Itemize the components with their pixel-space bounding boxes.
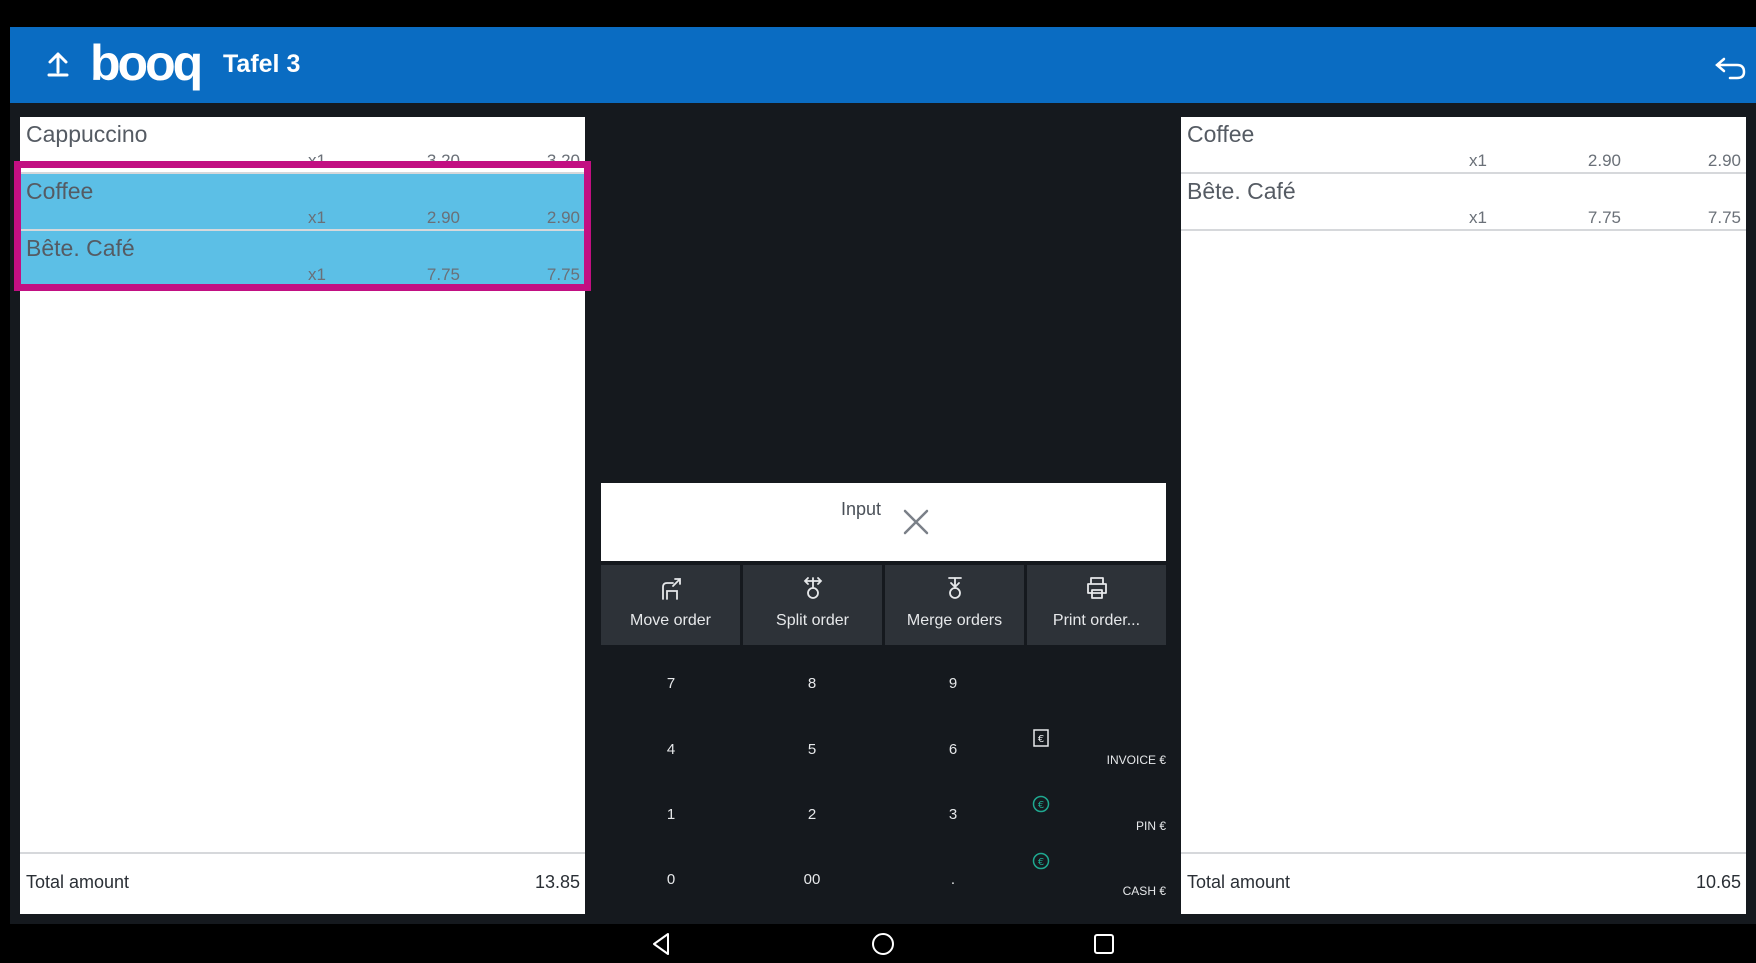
input-field[interactable]: Input	[601, 483, 1166, 561]
item-qty: x1	[1469, 208, 1487, 227]
euro-coin-icon: €	[1032, 795, 1050, 813]
svg-text:€: €	[1038, 800, 1044, 811]
undo-icon[interactable]	[1710, 47, 1750, 87]
order-total: Total amount 13.85	[20, 852, 585, 914]
input-label: Input	[841, 499, 882, 519]
order-line-bete-cafe[interactable]: Bête. Café x1 7.75 7.75	[1181, 174, 1746, 231]
key-1[interactable]: 1	[611, 806, 731, 823]
order-line-coffee[interactable]: Coffee x1 2.90 2.90	[1181, 117, 1746, 174]
item-name: Cappuccino	[26, 121, 148, 147]
table-title: Tafel 3	[223, 50, 301, 78]
svg-text:€: €	[1038, 734, 1044, 745]
total-label: Total amount	[26, 872, 130, 892]
action-label: Move order	[630, 612, 711, 629]
key-0[interactable]: 0	[611, 871, 731, 888]
item-amount: 2.90	[1707, 151, 1741, 170]
action-label: Split order	[776, 612, 849, 629]
nav-back-icon[interactable]	[648, 930, 676, 958]
item-name: Bête. Café	[1187, 178, 1296, 204]
target-order-list: Coffee x1 2.90 2.90 Bête. Café x1 7.75 7…	[1181, 117, 1746, 914]
merge-orders-icon	[948, 577, 962, 599]
action-label: Print order...	[1052, 612, 1141, 629]
key-6[interactable]: 6	[893, 741, 1013, 758]
invoice-icon: €	[1033, 729, 1049, 747]
key-3[interactable]: 3	[893, 806, 1013, 823]
close-icon[interactable]	[901, 507, 931, 537]
item-price: 2.90	[1587, 151, 1621, 170]
key-9[interactable]: 9	[893, 675, 1013, 692]
app-header: booq Tafel 3	[10, 27, 1756, 103]
item-amount: 7.75	[1707, 208, 1741, 227]
total-value: 10.65	[1695, 872, 1741, 892]
split-order-icon	[803, 577, 823, 599]
move-order-button[interactable]: Move order	[601, 565, 740, 645]
item-qty: x1	[1469, 151, 1487, 170]
euro-coin-icon: €	[1032, 852, 1050, 870]
nav-home-icon[interactable]	[869, 930, 897, 958]
action-label: Merge orders	[906, 612, 1003, 629]
arrow-up-icon[interactable]	[38, 45, 78, 85]
merge-orders-button[interactable]: Merge orders	[885, 565, 1024, 645]
key-2[interactable]: 2	[752, 806, 872, 823]
key-00[interactable]: 00	[752, 871, 872, 888]
nav-recents-icon[interactable]	[1090, 930, 1118, 958]
item-name: Coffee	[1187, 121, 1255, 147]
key-5[interactable]: 5	[752, 741, 872, 758]
print-order-button[interactable]: Print order...	[1027, 565, 1166, 645]
key-8[interactable]: 8	[752, 675, 872, 692]
system-navbar	[10, 924, 1756, 963]
item-price: 7.75	[1587, 208, 1621, 227]
order-total: Total amount 10.65	[1181, 852, 1746, 914]
app-frame: booq Tafel 3 Cappuccino x1 3.20 3.20 Cof…	[10, 27, 1756, 963]
split-order-button[interactable]: Split order	[743, 565, 882, 645]
printer-icon	[1087, 577, 1107, 599]
total-value: 13.85	[534, 872, 580, 892]
key-7[interactable]: 7	[611, 675, 731, 692]
pin-payment-button[interactable]: PIN €	[1136, 819, 1166, 833]
cash-payment-button[interactable]: CASH €	[1123, 884, 1166, 898]
key-4[interactable]: 4	[611, 741, 731, 758]
invoice-payment-button[interactable]: INVOICE €	[1107, 753, 1166, 767]
total-label: Total amount	[1187, 872, 1291, 892]
move-order-icon	[662, 578, 681, 600]
svg-text:€: €	[1038, 857, 1044, 868]
key-decimal[interactable]: .	[893, 871, 1013, 888]
selection-highlight	[14, 161, 591, 291]
brand-logo: booq	[90, 35, 203, 91]
